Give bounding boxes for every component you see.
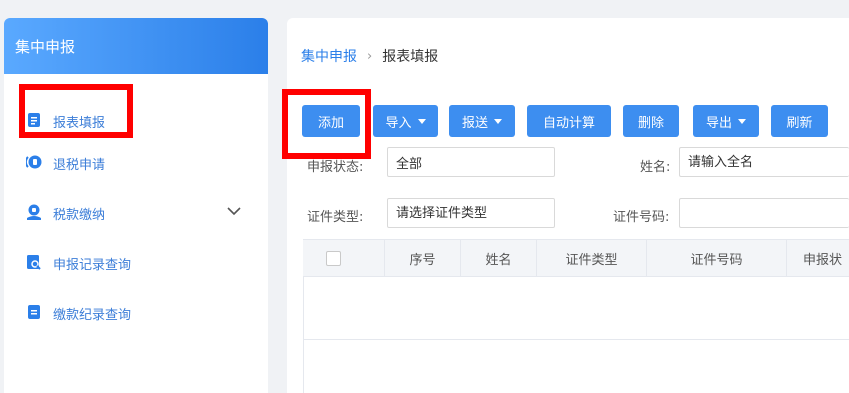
id-type-select[interactable] [387, 198, 555, 228]
caret-down-icon [494, 118, 502, 124]
sidebar-title: 集中申报 [4, 18, 268, 74]
caret-down-icon [417, 118, 426, 124]
report-form-icon [28, 113, 40, 127]
status-select[interactable] [387, 147, 555, 177]
sidebar: 集中申报 报表填报 退税申请 税款缴纳 申报记录查询 缴款纪录查询 [4, 18, 268, 393]
sidebar-item-tax-payment[interactable]: 税款缴纳 [4, 198, 268, 226]
main-panel: 集中申报 › 报表填报 添加 导入 报送 自动计算 删除 导出 刷新 申报状态:… [287, 18, 849, 393]
import-button[interactable]: 导入 [373, 105, 438, 137]
refresh-button[interactable]: 刷新 [771, 105, 828, 137]
sidebar-item-label: 缴款纪录查询 [53, 308, 132, 323]
sidebar-item-report-form[interactable]: 报表填报 [4, 106, 268, 134]
select-all-checkbox[interactable] [326, 250, 341, 266]
sidebar-item-label: 报表填报 [53, 116, 106, 131]
sidebar-item-label: 税款缴纳 [53, 208, 106, 223]
submit-button-label: 报送 [461, 115, 488, 131]
sidebar-item-label: 退税申请 [53, 158, 106, 173]
sidebar-item-tax-refund[interactable]: 退税申请 [4, 148, 268, 176]
import-button-label: 导入 [385, 115, 412, 131]
breadcrumb-current: 报表填报 [382, 49, 439, 65]
id-number-label: 证件号码: [613, 210, 670, 225]
delete-button[interactable]: 删除 [623, 105, 679, 137]
chevron-down-icon[interactable] [226, 203, 242, 219]
table-empty-row [303, 340, 849, 393]
auto-calc-button[interactable]: 自动计算 [527, 105, 611, 137]
status-label: 申报状态: [307, 160, 364, 175]
column-header-index[interactable]: 序号 [385, 240, 461, 276]
export-button[interactable]: 导出 [693, 105, 759, 137]
submit-button[interactable]: 报送 [449, 105, 515, 137]
column-header-name[interactable]: 姓名 [461, 240, 537, 276]
sidebar-item-label: 申报记录查询 [53, 258, 132, 273]
tax-refund-icon [26, 155, 42, 169]
add-button[interactable]: 添加 [302, 105, 360, 137]
column-header-status[interactable]: 申报状 [787, 240, 849, 276]
refresh-button-label: 刷新 [786, 115, 813, 131]
delete-button-label: 删除 [637, 115, 664, 131]
name-input[interactable] [679, 147, 849, 177]
tax-payment-icon [27, 204, 41, 220]
name-label: 姓名: [640, 160, 671, 175]
breadcrumb-parent-link[interactable]: 集中申报 [301, 46, 357, 66]
select-all-cell [303, 240, 385, 276]
add-button-label: 添加 [317, 115, 344, 131]
column-header-id-type[interactable]: 证件类型 [537, 240, 647, 276]
table-header: 序号 姓名 证件类型 证件号码 申报状 [303, 239, 849, 277]
payment-record-icon [28, 305, 40, 319]
breadcrumb-separator-icon: › [367, 48, 373, 64]
id-type-label: 证件类型: [307, 210, 364, 225]
breadcrumb: 集中申报 › 报表填报 [301, 46, 438, 66]
sidebar-item-payment-record[interactable]: 缴款纪录查询 [4, 298, 268, 326]
export-button-label: 导出 [705, 115, 732, 131]
caret-down-icon [738, 118, 746, 124]
column-header-id-number[interactable]: 证件号码 [647, 240, 787, 276]
search-record-icon [27, 255, 41, 270]
id-number-input[interactable] [679, 198, 849, 228]
auto-calc-button-label: 自动计算 [542, 115, 595, 131]
table-empty-row [303, 276, 849, 340]
sidebar-item-search-record[interactable]: 申报记录查询 [4, 248, 268, 276]
